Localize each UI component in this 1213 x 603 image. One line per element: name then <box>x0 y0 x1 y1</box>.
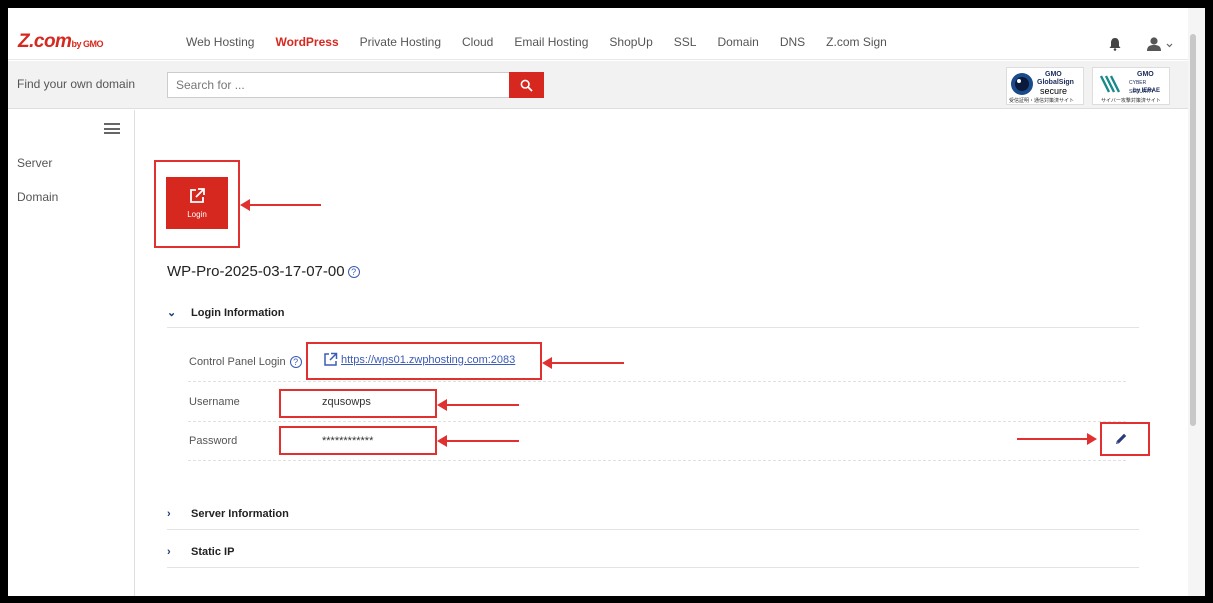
annotation-box-url <box>306 342 542 380</box>
nav-item-domain[interactable]: Domain <box>717 34 758 50</box>
section-title: Static IP <box>191 546 235 558</box>
nav-item-shopup[interactable]: ShopUp <box>609 34 652 50</box>
search-icon <box>520 79 533 92</box>
logo-sub: by GMO <box>71 39 103 49</box>
control-panel-label-text: Control Panel Login <box>189 356 286 368</box>
annotation-box-password <box>279 426 437 455</box>
help-icon[interactable]: ? <box>289 356 302 368</box>
logo-main: Z.com <box>18 31 72 52</box>
annotation-arrow <box>240 199 321 211</box>
browser-viewport: Z.comby GMO Web Hosting WordPress Privat… <box>8 8 1205 596</box>
annotation-box-username <box>279 389 437 418</box>
help-icon[interactable]: ? <box>347 265 360 278</box>
nav-item-cloud[interactable]: Cloud <box>462 34 493 50</box>
section-static-ip[interactable]: › Static IP <box>167 546 234 558</box>
chevron-right-icon: › <box>167 546 171 558</box>
nav-item-email-hosting[interactable]: Email Hosting <box>514 34 588 50</box>
ierae-line2: by IERAE <box>1133 88 1161 94</box>
scrollbar-thumb[interactable] <box>1190 34 1196 426</box>
divider <box>167 529 1139 530</box>
domain-search-bar: Find your own domain GMO GlobalSign secu… <box>8 61 1188 109</box>
sidebar-item-server[interactable]: Server <box>17 156 52 170</box>
eye-logo-icon <box>1011 73 1033 95</box>
divider <box>167 567 1139 568</box>
top-navigation: Z.comby GMO Web Hosting WordPress Privat… <box>8 8 1188 60</box>
nav-item-private-hosting[interactable]: Private Hosting <box>360 34 441 50</box>
divider <box>188 381 1126 382</box>
ierae-logo-icon <box>1099 75 1121 93</box>
page-title: WP-Pro-2025-03-17-07-00 ? <box>167 263 360 280</box>
sidebar-item-domain[interactable]: Domain <box>17 190 58 204</box>
divider <box>188 421 1126 422</box>
section-login-information[interactable]: ⌄ Login Information <box>167 306 285 320</box>
annotation-arrow <box>542 357 624 369</box>
ierae-small: サイバー攻撃対策済サイト <box>1101 98 1161 104</box>
annotation-box-edit <box>1100 422 1150 456</box>
globalsign-badge[interactable]: GMO GlobalSign secure 受信証明・通信対策済サイト <box>1006 67 1084 105</box>
section-title: Server Information <box>191 508 289 520</box>
domain-search-input[interactable] <box>167 72 510 98</box>
annotation-box-login <box>154 160 240 248</box>
annotation-arrow <box>437 399 519 411</box>
password-label: Password <box>189 435 238 447</box>
nav-links: Web Hosting WordPress Private Hosting Cl… <box>186 34 908 50</box>
nav-item-ssl[interactable]: SSL <box>674 34 697 50</box>
menu-icon[interactable] <box>104 123 120 134</box>
nav-item-zcom-sign[interactable]: Z.com Sign <box>826 34 887 50</box>
nav-item-dns[interactable]: DNS <box>780 34 805 50</box>
annotation-arrow <box>437 435 519 447</box>
sidebar: Server Domain <box>8 110 135 596</box>
user-icon[interactable] <box>1145 36 1173 52</box>
chevron-right-icon: › <box>167 508 171 520</box>
bell-icon[interactable] <box>1108 37 1122 51</box>
ierae-brand: GMO <box>1137 71 1154 78</box>
divider <box>167 327 1139 328</box>
nav-item-wordpress[interactable]: WordPress <box>275 34 338 50</box>
section-title: Login Information <box>191 306 285 319</box>
control-panel-label: Control Panel Login ? <box>189 356 302 368</box>
username-label: Username <box>189 396 240 408</box>
nav-item-web-hosting[interactable]: Web Hosting <box>186 34 254 50</box>
divider <box>188 460 1126 461</box>
globalsign-line2: secure <box>1040 86 1068 96</box>
find-domain-label: Find your own domain <box>17 77 136 91</box>
ierae-badge[interactable]: GMO CYBER SECURITY by IERAE サイバー攻撃対策済サイト <box>1092 67 1170 105</box>
search-button[interactable] <box>509 72 544 98</box>
site-name: WP-Pro-2025-03-17-07-00 <box>167 263 345 280</box>
section-server-information[interactable]: › Server Information <box>167 508 289 520</box>
logo[interactable]: Z.comby GMO <box>18 32 103 54</box>
chevron-down-icon: ⌄ <box>167 307 177 319</box>
annotation-arrow <box>1017 433 1097 445</box>
globalsign-small: 受信証明・通信対策済サイト <box>1009 98 1075 104</box>
